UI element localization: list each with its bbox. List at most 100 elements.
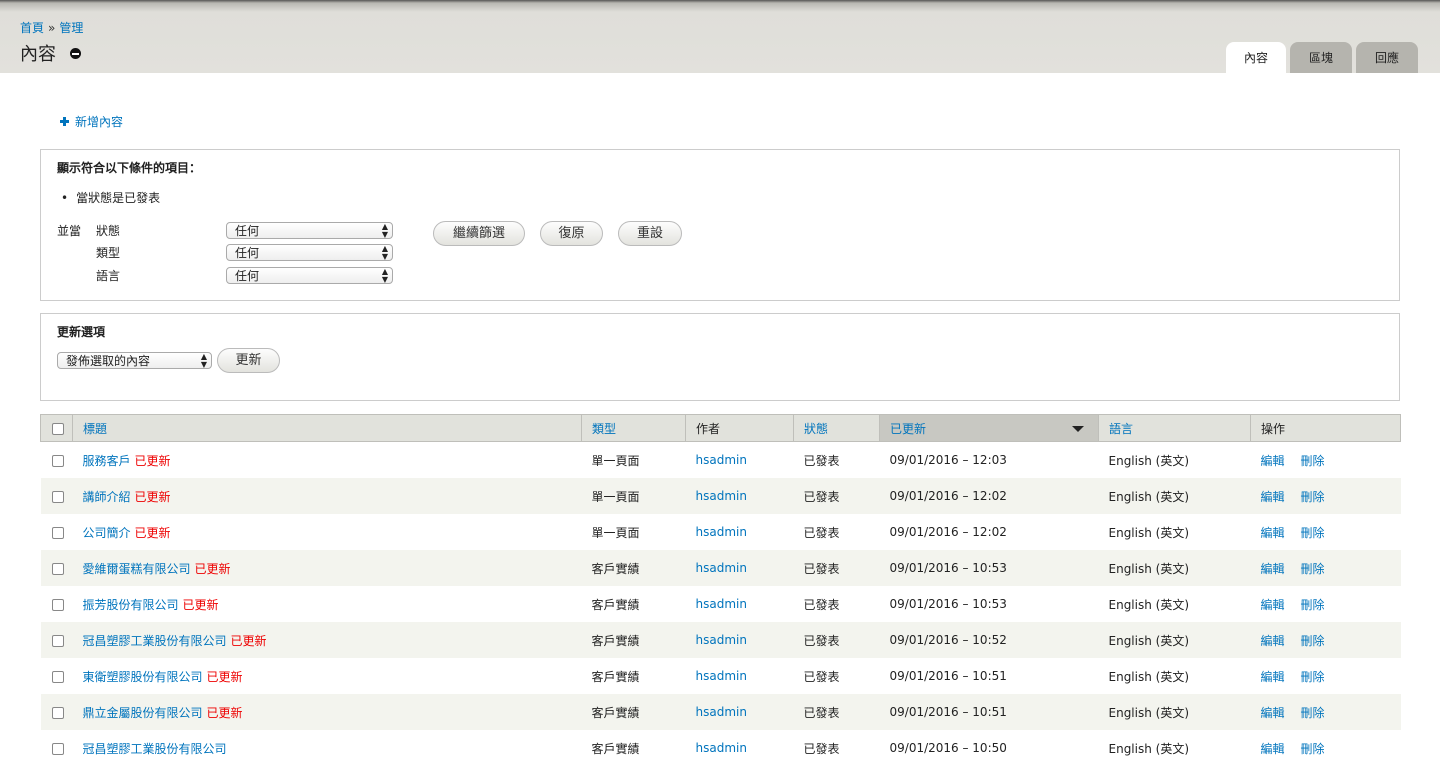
delete-link[interactable]: 刪除 [1301,562,1325,576]
updated-cell: 09/01/2016 – 10:50 [879,730,1099,766]
row-checkbox[interactable] [51,634,64,647]
author-link[interactable]: hsadmin [696,741,747,755]
column-updated[interactable]: 已更新 [879,414,1099,442]
status-select[interactable]: 任何 ▲ ▼ [226,222,393,239]
status-cell: 已發表 [793,694,880,730]
delete-link[interactable]: 刪除 [1301,670,1325,684]
updated-marker: 已更新 [194,561,231,576]
table-row: 講師介紹 已更新 單一頁面 hsadmin 已發表 09/01/2016 – 12:02 E… [40,478,1401,514]
title-cell: 服務客戶 已更新 [72,441,582,478]
author-link[interactable]: hsadmin [696,669,747,683]
edit-link[interactable]: 編輯 [1261,598,1285,612]
type-select[interactable]: 任何 ▲ ▼ [226,244,393,261]
row-checkbox-cell [40,658,73,694]
updated-cell: 09/01/2016 – 12:02 [879,478,1099,514]
author-cell: hsadmin [685,730,794,766]
content-title-link[interactable]: 冠昌塑膠工業股份有限公司 [83,634,227,648]
delete-link[interactable]: 刪除 [1301,598,1325,612]
row-checkbox[interactable] [51,526,64,539]
language-cell: English (英文) [1098,586,1251,622]
title-cell: 東衛塑膠股份有限公司 已更新 [72,658,582,694]
updated-marker: 已更新 [206,705,243,720]
author-link[interactable]: hsadmin [696,489,747,503]
row-checkbox[interactable] [51,598,64,611]
column-status-link[interactable]: 狀態 [804,422,828,436]
delete-link[interactable]: 刪除 [1301,454,1325,468]
delete-link[interactable]: 刪除 [1301,706,1325,720]
row-checkbox[interactable] [51,454,64,467]
table-row: 鼎立金屬股份有限公司 已更新 客戶實績 hsadmin 已發表 09/01/2016 – … [40,694,1401,730]
column-type[interactable]: 類型 [581,414,686,442]
sort-descending-icon [1072,426,1084,432]
operations-cell: 編輯 刪除 [1250,586,1401,622]
edit-link[interactable]: 編輯 [1261,706,1285,720]
breadcrumb-admin-link[interactable]: 管理 [59,21,83,35]
column-status[interactable]: 狀態 [793,414,880,442]
delete-link[interactable]: 刪除 [1301,526,1325,540]
column-type-link[interactable]: 類型 [592,422,616,436]
edit-link[interactable]: 編輯 [1261,526,1285,540]
edit-link[interactable]: 編輯 [1261,454,1285,468]
edit-link[interactable]: 編輯 [1261,490,1285,504]
type-cell: 單一頁面 [581,514,686,550]
reset-button[interactable]: 重設 [618,221,682,246]
author-link[interactable]: hsadmin [696,597,747,611]
title-cell: 講師介紹 已更新 [72,478,582,514]
edit-link[interactable]: 編輯 [1261,742,1285,756]
undo-button[interactable]: 復原 [540,221,603,246]
type-cell: 單一頁面 [581,441,686,478]
author-link[interactable]: hsadmin [696,705,747,719]
refine-button[interactable]: 繼續篩選 [433,221,525,246]
status-label: 狀態 [96,224,121,238]
row-checkbox[interactable] [51,562,64,575]
operations-cell: 編輯 刪除 [1250,441,1401,478]
content-title-link[interactable]: 東衛塑膠股份有限公司 [83,670,203,684]
add-content-link[interactable]: 新增內容 [60,113,123,130]
delete-link[interactable]: 刪除 [1301,742,1325,756]
updated-cell: 09/01/2016 – 10:51 [879,658,1099,694]
language-select[interactable]: 任何 ▲ ▼ [226,267,393,284]
delete-link[interactable]: 刪除 [1301,634,1325,648]
tab-comments[interactable]: 回應 [1356,42,1418,73]
edit-link[interactable]: 編輯 [1261,634,1285,648]
column-updated-link[interactable]: 已更新 [890,422,926,436]
column-title[interactable]: 標題 [72,414,582,442]
breadcrumb-home-link[interactable]: 首頁 [20,21,44,35]
select-all-checkbox[interactable] [52,422,64,435]
language-cell: English (英文) [1098,694,1251,730]
type-cell: 客戶實績 [581,658,686,694]
tab-blocks[interactable]: 區塊 [1290,42,1352,73]
table-row: 愛維爾蛋糕有限公司 已更新 客戶實績 hsadmin 已發表 09/01/2016 – 1… [40,550,1401,586]
updated-marker: 已更新 [134,453,171,468]
author-link[interactable]: hsadmin [696,453,747,467]
title-cell: 公司簡介 已更新 [72,514,582,550]
content-title-link[interactable]: 公司簡介 [83,526,131,540]
tab-content[interactable]: 內容 [1226,42,1286,73]
row-checkbox[interactable] [51,742,64,755]
remove-shortcut-icon[interactable] [70,48,81,59]
author-link[interactable]: hsadmin [696,633,747,647]
column-language[interactable]: 語言 [1098,414,1251,442]
content-title-link[interactable]: 服務客戶 [83,454,131,468]
author-link[interactable]: hsadmin [696,525,747,539]
row-checkbox[interactable] [51,490,64,503]
column-language-link[interactable]: 語言 [1109,422,1133,436]
author-link[interactable]: hsadmin [696,561,747,575]
edit-link[interactable]: 編輯 [1261,562,1285,576]
delete-link[interactable]: 刪除 [1301,490,1325,504]
update-button[interactable]: 更新 [217,348,280,373]
content-title-link[interactable]: 振芳股份有限公司 [83,598,179,612]
content-title-link[interactable]: 冠昌塑膠工業股份有限公司 [83,742,227,756]
row-checkbox[interactable] [51,670,64,683]
language-cell: English (英文) [1098,478,1251,514]
bulk-action-select[interactable]: 發佈選取的內容 ▲ ▼ [57,352,212,369]
row-checkbox[interactable] [51,706,64,719]
column-title-link[interactable]: 標題 [83,422,107,436]
content-title-link[interactable]: 講師介紹 [83,490,131,504]
content-title-link[interactable]: 鼎立金屬股份有限公司 [83,706,203,720]
content-title-link[interactable]: 愛維爾蛋糕有限公司 [83,562,191,576]
edit-link[interactable]: 編輯 [1261,670,1285,684]
title-cell: 愛維爾蛋糕有限公司 已更新 [72,550,582,586]
status-cell: 已發表 [793,730,880,766]
row-checkbox-cell [40,441,73,478]
